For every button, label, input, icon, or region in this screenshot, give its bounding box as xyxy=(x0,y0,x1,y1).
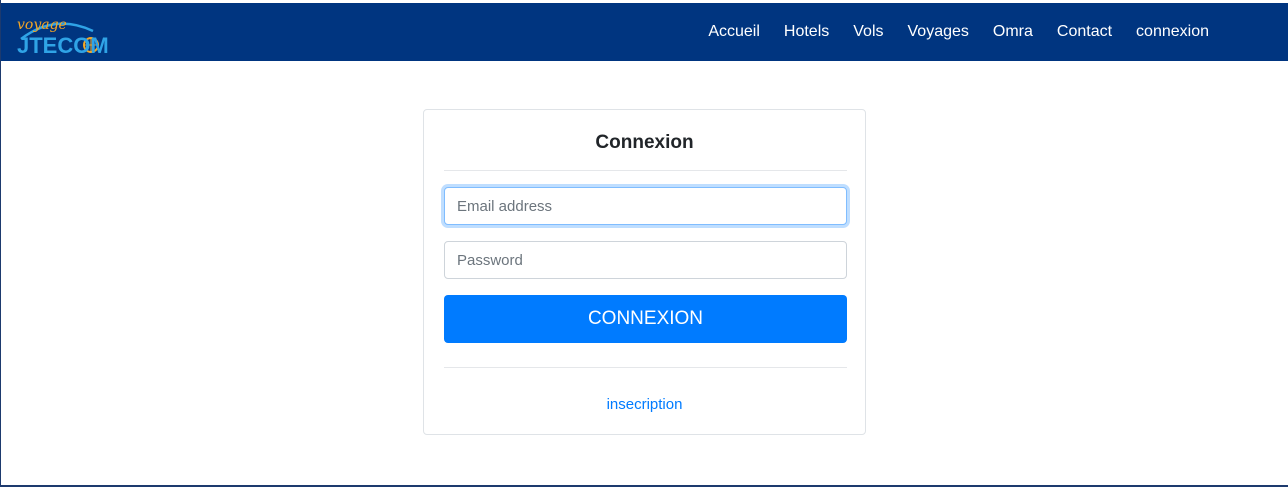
nav-item-contact[interactable]: Contact xyxy=(1057,23,1112,41)
brand-logo[interactable]: voyage JTECOM xyxy=(15,9,125,59)
navbar: voyage JTECOM Accueil Hotels Vols Voyage… xyxy=(1,3,1288,61)
password-field[interactable] xyxy=(444,241,847,279)
login-submit-button[interactable]: CONNEXION xyxy=(444,295,847,343)
title-divider xyxy=(444,170,847,171)
email-field[interactable] xyxy=(444,187,847,225)
nav-item-hotels[interactable]: Hotels xyxy=(784,23,829,41)
signup-link-container: insecription xyxy=(424,396,865,413)
page: voyage JTECOM Accueil Hotels Vols Voyage… xyxy=(0,0,1288,487)
footer-divider xyxy=(444,367,847,368)
login-title: Connexion xyxy=(595,132,694,153)
signup-link[interactable]: insecription xyxy=(607,396,683,413)
nav-item-connexion[interactable]: connexion xyxy=(1136,23,1209,41)
logo-script-text: voyage xyxy=(17,17,67,33)
logo-brand-text: JTECOM xyxy=(17,33,109,58)
nav-item-omra[interactable]: Omra xyxy=(993,23,1033,41)
nav-item-accueil[interactable]: Accueil xyxy=(708,23,760,41)
login-card: Connexion CONNEXION insecription xyxy=(423,109,866,435)
main-nav: Accueil Hotels Vols Voyages Omra Contact… xyxy=(708,3,1209,61)
nav-item-vols[interactable]: Vols xyxy=(853,23,883,41)
nav-item-voyages[interactable]: Voyages xyxy=(908,23,969,41)
